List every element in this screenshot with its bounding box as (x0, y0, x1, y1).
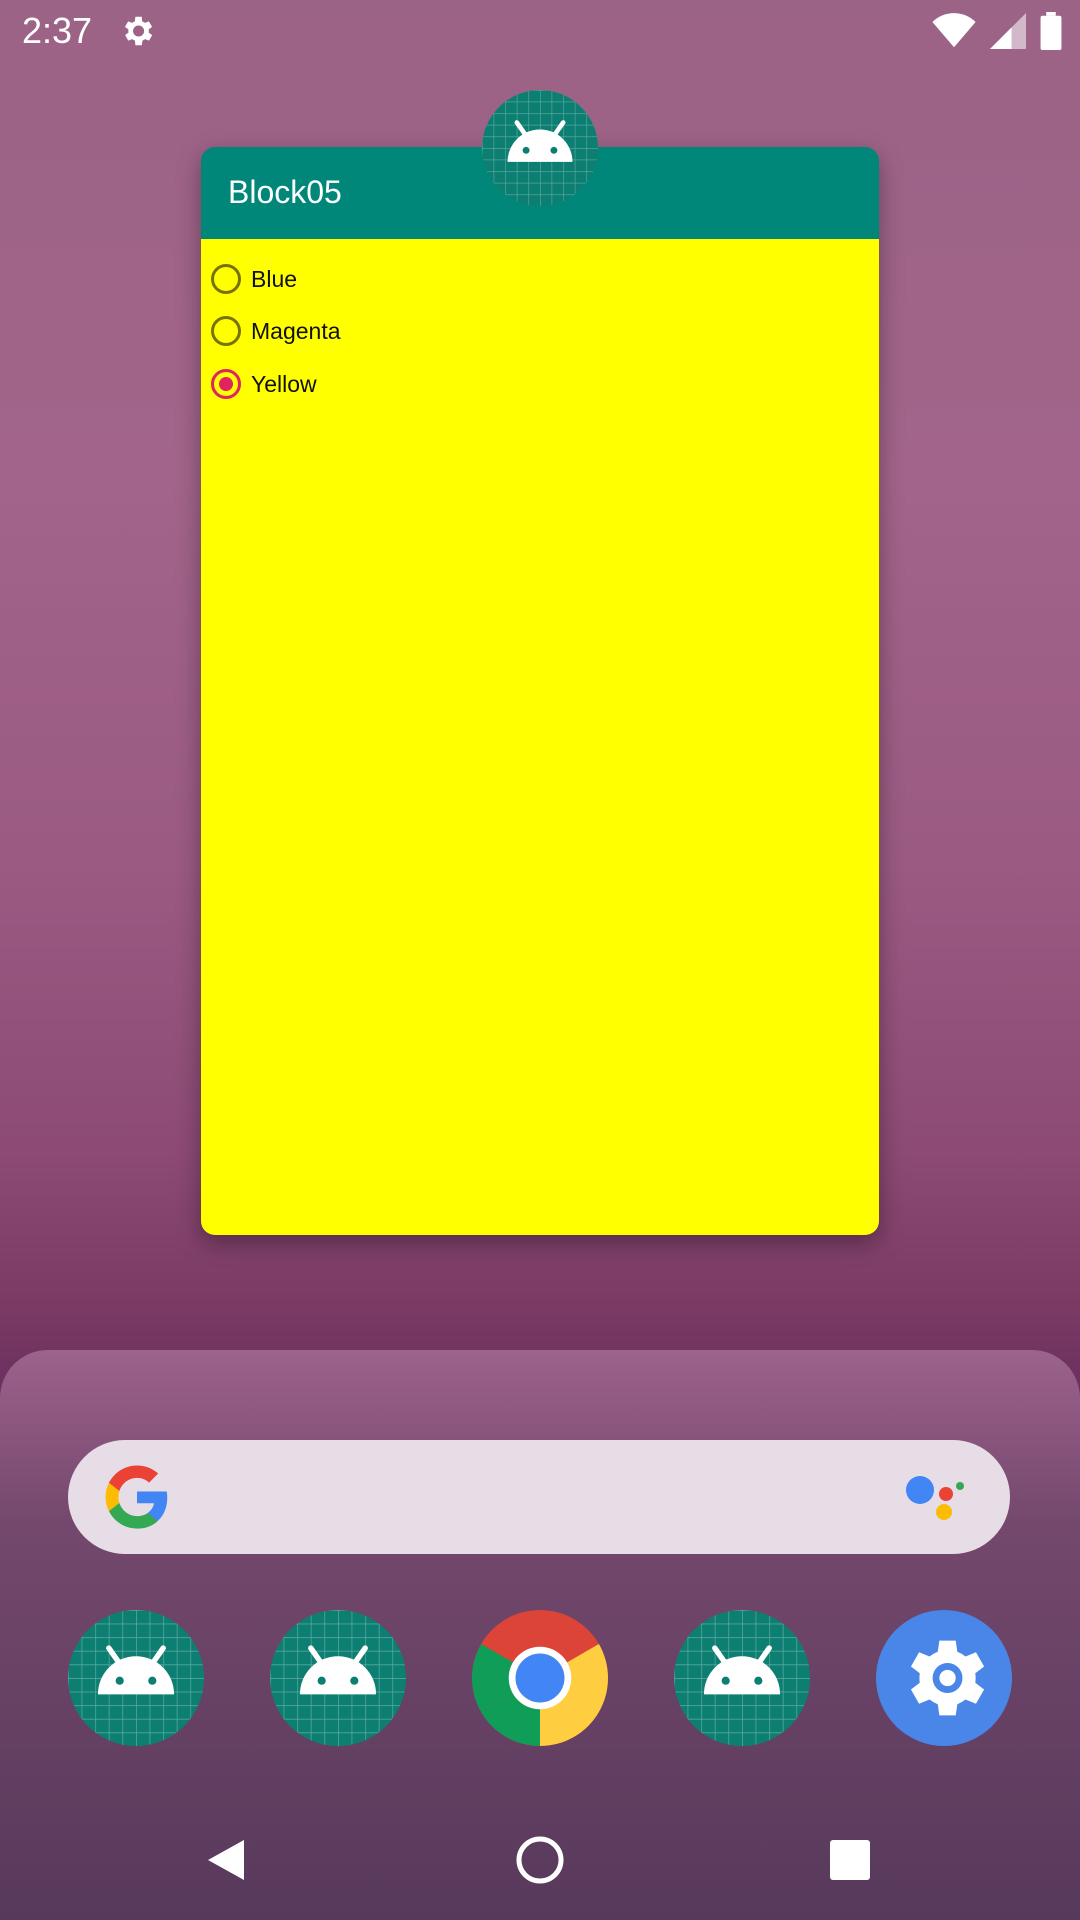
status-bar: 2:37 (0, 0, 1080, 64)
gear-icon (124, 16, 153, 46)
recents-icon[interactable] (820, 1830, 880, 1890)
app-content: Blue Magenta Yellow (201, 239, 879, 1235)
radio-button[interactable] (211, 316, 241, 346)
radio-label: Magenta (251, 317, 341, 344)
back-icon[interactable] (196, 1830, 256, 1890)
radio-button-selected[interactable] (211, 369, 241, 399)
radio-option-blue[interactable]: Blue (211, 253, 297, 305)
radio-label: Blue (251, 265, 298, 292)
radio-option-yellow[interactable]: Yellow (211, 358, 317, 410)
radio-dot (219, 377, 233, 391)
android-app-icon[interactable] (270, 1610, 406, 1746)
assistant-icon[interactable] (904, 1472, 970, 1522)
settings-app-icon[interactable] (876, 1610, 1012, 1746)
radio-label: Yellow (251, 370, 317, 397)
battery-icon (1040, 12, 1062, 50)
android-app-icon[interactable] (68, 1610, 204, 1746)
navigation-bar (0, 1800, 1080, 1920)
app-title: Block05 (228, 174, 342, 210)
cell-signal-icon (990, 13, 1026, 49)
android-app-icon[interactable] (482, 90, 598, 206)
app-dock (0, 1610, 1080, 1750)
home-icon[interactable] (510, 1830, 570, 1890)
google-search-bar[interactable] (68, 1440, 1010, 1554)
status-icons (932, 12, 1062, 50)
wifi-icon (932, 13, 976, 48)
android-app-icon[interactable] (674, 1610, 810, 1746)
radio-button[interactable] (211, 264, 241, 294)
app-window-card[interactable]: Block05 Blue Magenta Yellow (201, 147, 879, 1235)
status-time: 2:37 (22, 10, 93, 51)
chrome-icon[interactable] (472, 1610, 608, 1746)
radio-option-magenta[interactable]: Magenta (211, 305, 341, 357)
google-g-icon (105, 1465, 168, 1529)
